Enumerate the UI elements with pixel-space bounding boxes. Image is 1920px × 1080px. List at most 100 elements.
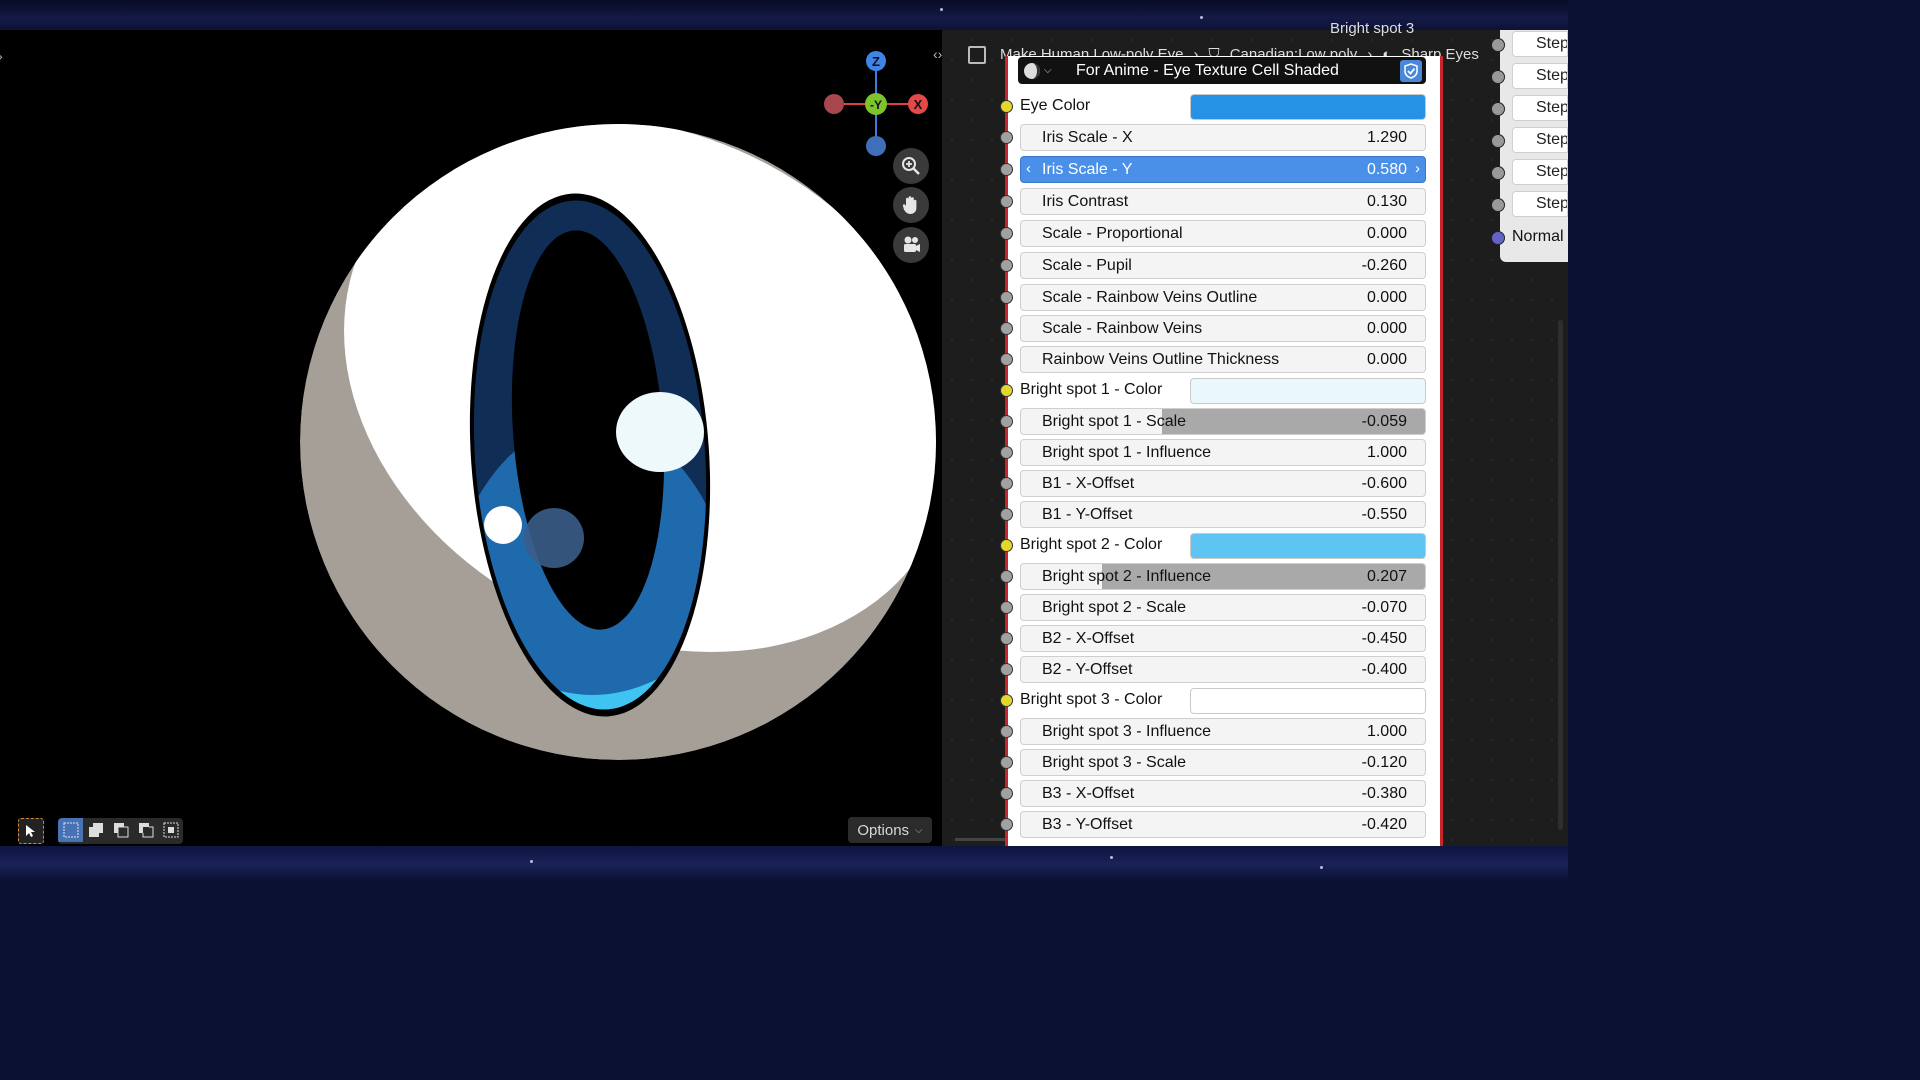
star: [1110, 856, 1113, 859]
input-socket[interactable]: [1000, 291, 1013, 304]
input-socket[interactable]: [1000, 259, 1013, 272]
chevron-down-icon: ⌵: [1044, 65, 1052, 76]
input-socket[interactable]: [1491, 166, 1505, 180]
input-socket[interactable]: [1000, 756, 1013, 769]
value-field[interactable]: B1 - Y-Offset -0.550: [1020, 501, 1426, 528]
node-title[interactable]: For Anime - Eye Texture Cell Shaded: [1076, 62, 1400, 80]
step-field[interactable]: Step: [1512, 127, 1568, 153]
field-value: -0.070: [1361, 599, 1407, 616]
input-socket[interactable]: [1000, 227, 1013, 240]
value-field[interactable]: Scale - Rainbow Veins Outline 0.000: [1020, 284, 1426, 311]
navigation-gizmo[interactable]: Z X -Y: [820, 40, 940, 160]
field-label: Scale - Pupil: [1042, 257, 1132, 274]
color-swatch[interactable]: [1190, 94, 1426, 120]
input-socket[interactable]: [1000, 415, 1013, 428]
field-label: B3 - X-Offset: [1042, 785, 1135, 802]
bright-spot-3: [484, 506, 522, 544]
value-field[interactable]: B3 - Y-Offset -0.420: [1020, 811, 1426, 838]
zoom-icon[interactable]: [893, 148, 929, 184]
input-socket[interactable]: [1000, 477, 1013, 490]
value-field[interactable]: B3 - X-Offset -0.380: [1020, 780, 1426, 807]
input-socket[interactable]: [1491, 134, 1505, 148]
value-field[interactable]: Bright spot 1 - Influence 1.000: [1020, 439, 1426, 466]
value-field[interactable]: ‹ › Iris Scale - Y 0.580: [1020, 156, 1426, 183]
normal-socket[interactable]: [1491, 231, 1505, 245]
input-socket[interactable]: [1000, 694, 1013, 707]
field-label: Bright spot 1 - Influence: [1042, 444, 1211, 461]
value-field[interactable]: Scale - Proportional 0.000: [1020, 220, 1426, 247]
select-new-icon[interactable]: [58, 818, 83, 842]
select-extend-icon[interactable]: [83, 818, 108, 842]
hand-icon[interactable]: [893, 187, 929, 223]
node-header[interactable]: ⌵ For Anime - Eye Texture Cell Shaded: [1018, 57, 1426, 84]
step-field[interactable]: Step: [1512, 31, 1568, 57]
step-field[interactable]: Step: [1512, 95, 1568, 121]
cursor-icon[interactable]: [18, 818, 44, 844]
fake-user-shield-icon[interactable]: [1400, 59, 1422, 82]
value-field[interactable]: Bright spot 3 - Influence 1.000: [1020, 718, 1426, 745]
field-label: B2 - Y-Offset: [1042, 661, 1133, 678]
value-field[interactable]: Bright spot 1 - Scale -0.059: [1020, 408, 1426, 435]
field-value: 0.000: [1366, 289, 1407, 306]
3d-viewport[interactable]: › Z X -Y: [0, 30, 942, 846]
input-socket[interactable]: [1000, 353, 1013, 366]
star: [1320, 866, 1323, 869]
value-field[interactable]: Scale - Pupil -0.260: [1020, 252, 1426, 279]
eye-model: [300, 124, 936, 760]
input-socket[interactable]: [1491, 38, 1505, 52]
color-swatch[interactable]: [1190, 533, 1426, 559]
field-value: 1.000: [1366, 723, 1407, 740]
input-socket[interactable]: [1000, 195, 1013, 208]
value-field[interactable]: Scale - Rainbow Veins 0.000: [1020, 315, 1426, 342]
options-dropdown[interactable]: Options ⌵: [848, 817, 932, 843]
input-socket[interactable]: [1000, 663, 1013, 676]
value-field[interactable]: Rainbow Veins Outline Thickness 0.000: [1020, 346, 1426, 373]
step-field[interactable]: Step: [1512, 63, 1568, 89]
increment-arrow-icon[interactable]: ›: [1415, 160, 1420, 177]
input-socket[interactable]: [1000, 787, 1013, 800]
input-socket[interactable]: [1000, 163, 1013, 176]
field-label: Iris Contrast: [1042, 193, 1129, 210]
camera-icon[interactable]: [893, 227, 929, 263]
input-socket[interactable]: [1000, 131, 1013, 144]
select-intersect-icon[interactable]: [158, 818, 183, 842]
node-group-dropdown[interactable]: ⌵: [1022, 60, 1056, 82]
input-socket[interactable]: [1000, 322, 1013, 335]
value-field[interactable]: Iris Scale - X 1.290: [1020, 124, 1426, 151]
input-socket[interactable]: [1491, 102, 1505, 116]
color-swatch[interactable]: [1190, 378, 1426, 404]
frame-node-icon[interactable]: [968, 46, 986, 64]
value-field[interactable]: B2 - Y-Offset -0.400: [1020, 656, 1426, 683]
input-socket[interactable]: [1000, 100, 1013, 113]
input-socket[interactable]: [1000, 384, 1013, 397]
value-field[interactable]: Bright spot 2 - Influence 0.207: [1020, 563, 1426, 590]
field-value: -0.600: [1361, 475, 1407, 492]
input-socket[interactable]: [1000, 601, 1013, 614]
input-socket[interactable]: [1000, 446, 1013, 459]
value-field[interactable]: Bright spot 3 - Scale -0.120: [1020, 749, 1426, 776]
field-value: 0.000: [1366, 225, 1407, 242]
collapse-arrows-icon[interactable]: ‹›: [933, 46, 942, 62]
bright-spot-2: [524, 508, 584, 568]
input-socket[interactable]: [1000, 570, 1013, 583]
step-field[interactable]: Step: [1512, 159, 1568, 185]
step-field[interactable]: Step: [1512, 191, 1568, 217]
value-field[interactable]: Iris Contrast 0.130: [1020, 188, 1426, 215]
select-invert-icon[interactable]: [133, 818, 158, 842]
input-socket[interactable]: [1491, 198, 1505, 212]
value-field[interactable]: B1 - X-Offset -0.600: [1020, 470, 1426, 497]
decrement-arrow-icon[interactable]: ‹: [1026, 160, 1031, 177]
value-field[interactable]: Bright spot 2 - Scale -0.070: [1020, 594, 1426, 621]
select-subtract-icon[interactable]: [108, 818, 133, 842]
input-socket[interactable]: [1000, 725, 1013, 738]
input-socket[interactable]: [1000, 818, 1013, 831]
scrollbar[interactable]: [1558, 320, 1563, 830]
gizmo-neg-x-axis: [824, 94, 844, 114]
sidebar-toggle-icon[interactable]: ›: [0, 48, 3, 64]
input-socket[interactable]: [1491, 70, 1505, 84]
input-socket[interactable]: [1000, 632, 1013, 645]
value-field[interactable]: B2 - X-Offset -0.450: [1020, 625, 1426, 652]
input-socket[interactable]: [1000, 539, 1013, 552]
color-swatch[interactable]: [1190, 688, 1426, 714]
input-socket[interactable]: [1000, 508, 1013, 521]
